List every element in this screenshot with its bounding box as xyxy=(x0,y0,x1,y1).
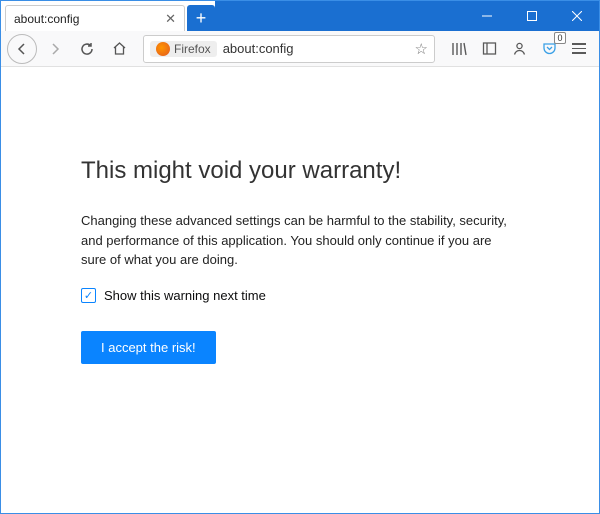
show-warning-row: ✓ Show this warning next time xyxy=(81,288,519,303)
sidebar-button[interactable] xyxy=(475,35,503,63)
url-bar[interactable]: Firefox about:config ☆ xyxy=(143,35,435,63)
maximize-button[interactable] xyxy=(509,1,554,31)
titlebar-drag-area xyxy=(215,1,599,31)
back-button[interactable] xyxy=(7,34,37,64)
back-arrow-icon xyxy=(15,42,29,56)
identity-box[interactable]: Firefox xyxy=(150,41,217,57)
library-icon xyxy=(451,41,467,57)
reload-button[interactable] xyxy=(73,35,101,63)
pocket-button[interactable]: 0 xyxy=(535,35,563,63)
new-tab-button[interactable]: + xyxy=(187,5,215,31)
forward-button[interactable] xyxy=(41,35,69,63)
minimize-icon xyxy=(482,11,492,21)
minimize-button[interactable] xyxy=(464,1,509,31)
toolbar-actions: 0 xyxy=(445,35,593,63)
show-warning-checkbox[interactable]: ✓ xyxy=(81,288,96,303)
tab-strip: about:config ✕ + xyxy=(1,1,599,31)
bookmark-star-icon[interactable]: ☆ xyxy=(415,40,428,58)
about-config-warning: This might void your warranty! Changing … xyxy=(1,67,599,364)
home-icon xyxy=(112,41,127,56)
tab-title: about:config xyxy=(14,12,159,26)
warning-heading: This might void your warranty! xyxy=(81,157,519,185)
window-controls xyxy=(464,1,599,31)
forward-arrow-icon xyxy=(48,42,62,56)
account-button[interactable] xyxy=(505,35,533,63)
close-tab-icon[interactable]: ✕ xyxy=(165,11,176,27)
url-text: about:config xyxy=(223,41,409,56)
maximize-icon xyxy=(527,11,537,21)
hamburger-icon xyxy=(572,43,586,54)
pocket-badge-count: 0 xyxy=(554,32,566,44)
library-button[interactable] xyxy=(445,35,473,63)
close-window-button[interactable] xyxy=(554,1,599,31)
app-menu-button[interactable] xyxy=(565,35,593,63)
sidebar-icon xyxy=(482,41,497,56)
titlebar: about:config ✕ + xyxy=(1,1,599,31)
show-warning-label: Show this warning next time xyxy=(104,288,266,303)
close-icon xyxy=(572,11,582,21)
account-icon xyxy=(512,41,527,56)
firefox-icon xyxy=(156,42,170,56)
identity-label: Firefox xyxy=(174,42,211,56)
accept-risk-button[interactable]: I accept the risk! xyxy=(81,331,216,364)
warning-body: Changing these advanced settings can be … xyxy=(81,211,519,270)
home-button[interactable] xyxy=(105,35,133,63)
reload-icon xyxy=(80,42,94,56)
nav-toolbar: Firefox about:config ☆ 0 xyxy=(1,31,599,67)
browser-tab[interactable]: about:config ✕ xyxy=(5,5,185,31)
